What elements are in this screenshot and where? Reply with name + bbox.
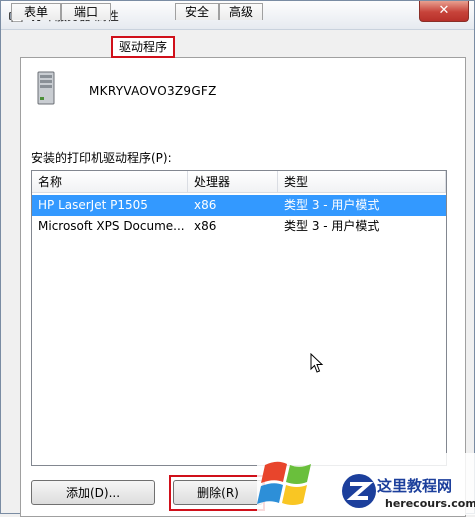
installed-drivers-label: 安装的打印机驱动程序(P): bbox=[31, 151, 172, 165]
tab-security[interactable]: 安全 bbox=[175, 3, 219, 20]
add-button-label: 添加(D)... bbox=[65, 486, 121, 500]
column-header-label: 名称 bbox=[38, 175, 63, 189]
tab-drivers[interactable]: 驱动程序 bbox=[111, 37, 175, 58]
tab-advanced[interactable]: 高级 bbox=[219, 3, 263, 20]
table-row[interactable]: Microsoft XPS Docume... x86 类型 3 - 用户模式 bbox=[32, 216, 446, 237]
add-driver-button[interactable]: 添加(D)... bbox=[31, 480, 155, 505]
logo-name: 这里教程网 bbox=[377, 477, 453, 495]
column-header-name[interactable]: 名称 bbox=[32, 171, 188, 193]
column-header-processor[interactable]: 处理器 bbox=[188, 171, 278, 193]
tab-label: 端口 bbox=[73, 5, 98, 19]
driver-type: 类型 3 - 用户模式 bbox=[284, 219, 380, 233]
table-row[interactable]: HP LaserJet P1505 x86 类型 3 - 用户模式 bbox=[32, 195, 446, 216]
tab-label: 表单 bbox=[23, 5, 48, 19]
driver-processor: x86 bbox=[194, 219, 217, 233]
driver-processor: x86 bbox=[194, 198, 217, 212]
server-icon bbox=[37, 71, 55, 105]
herecours-icon bbox=[342, 474, 376, 508]
driver-name: HP LaserJet P1505 bbox=[38, 198, 148, 212]
column-header-type[interactable]: 类型 bbox=[278, 171, 446, 193]
tab-label: 高级 bbox=[228, 5, 253, 19]
column-header-label: 类型 bbox=[284, 175, 309, 189]
drivers-list[interactable]: 名称 处理器 类型 HP LaserJet P1505 x86 类型 3 - 用… bbox=[31, 170, 447, 466]
logo-url: herecours.com bbox=[385, 497, 475, 510]
driver-type: 类型 3 - 用户模式 bbox=[284, 198, 380, 212]
column-header-label: 处理器 bbox=[194, 175, 231, 189]
tab-label: 安全 bbox=[184, 5, 209, 19]
close-button[interactable]: ✕ bbox=[419, 1, 469, 22]
server-name: MKRYVAOVO3Z9GFZ bbox=[89, 84, 217, 98]
driver-name: Microsoft XPS Docume... bbox=[38, 219, 185, 233]
remove-button-label: 删除(R) bbox=[197, 486, 239, 500]
tab-forms[interactable]: 表单 bbox=[11, 3, 61, 20]
tab-label: 驱动程序 bbox=[118, 40, 167, 54]
remove-driver-button[interactable]: 删除(R) bbox=[173, 480, 263, 505]
close-icon: ✕ bbox=[438, 3, 450, 18]
tab-ports[interactable]: 端口 bbox=[61, 3, 111, 20]
mouse-cursor-icon bbox=[310, 353, 324, 373]
print-server-properties-window: 打印服务器 属性 ✕ 表单 端口 驱动程序 安全 高级 MKRYVAOVO3Z9… bbox=[0, 0, 475, 517]
